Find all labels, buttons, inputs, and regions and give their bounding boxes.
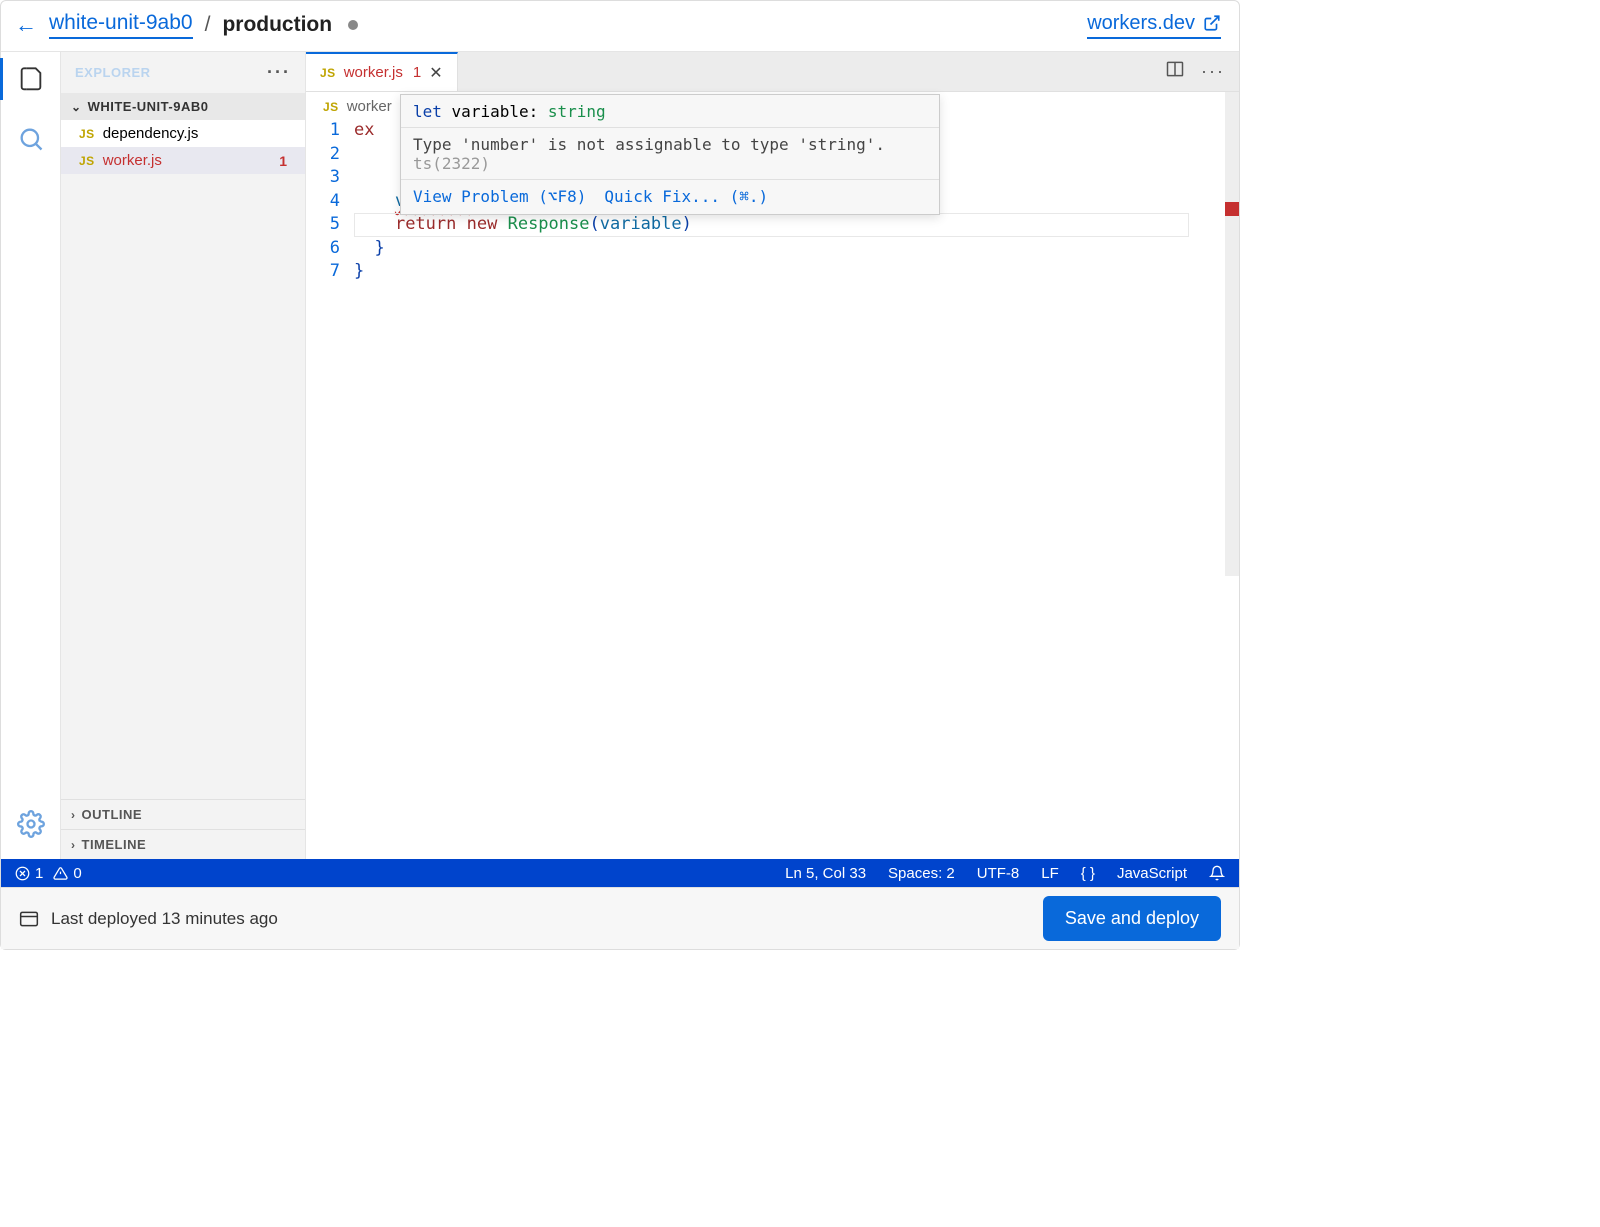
status-language[interactable]: JavaScript	[1117, 865, 1187, 882]
status-encoding[interactable]: UTF-8	[977, 865, 1020, 882]
project-link[interactable]: white-unit-9ab0	[49, 11, 193, 39]
js-file-icon: JS	[79, 127, 95, 141]
code-text: variable	[600, 214, 682, 234]
code-text: ex	[354, 120, 374, 140]
ts-error-code: ts(2322)	[413, 154, 490, 173]
warning-icon	[53, 866, 68, 881]
outline-label: OUTLINE	[82, 807, 143, 822]
line-gutter: 1 2 3 4 5 6 7	[306, 119, 354, 859]
breadcrumb: ← white-unit-9ab0 / production	[15, 11, 358, 39]
editor-tab[interactable]: JS worker.js 1 ✕	[306, 52, 458, 91]
folder-toggle[interactable]: ⌄ WHITE-UNIT-9AB0	[61, 93, 305, 120]
warning-count: 0	[73, 865, 81, 882]
status-errors[interactable]: 1	[15, 865, 43, 882]
explorer-title: EXPLORER	[75, 65, 151, 80]
tab-filename: worker.js	[344, 64, 403, 81]
chevron-right-icon: ›	[71, 808, 76, 822]
last-deployed-text: Last deployed 13 minutes ago	[51, 909, 278, 929]
hover-colon: :	[529, 102, 539, 121]
hover-type: string	[548, 102, 606, 121]
split-editor-icon[interactable]	[1165, 59, 1185, 84]
minimap-error-marker[interactable]	[1225, 202, 1239, 216]
line-number: 2	[306, 143, 340, 167]
file-row-dependency[interactable]: JS dependency.js	[61, 120, 305, 147]
line-number: 5	[306, 213, 340, 237]
chevron-down-icon: ⌄	[71, 100, 82, 114]
deploy-footer: Last deployed 13 minutes ago Save and de…	[1, 887, 1239, 949]
quick-fix-link[interactable]: Quick Fix... (⌘.)	[604, 187, 768, 206]
line-number: 3	[306, 166, 340, 190]
explorer-more-button[interactable]: ···	[267, 62, 291, 83]
error-hover-popup: let variable: string Type 'number' is no…	[400, 94, 940, 215]
js-file-icon: JS	[79, 154, 95, 168]
error-count-badge: 1	[279, 153, 293, 169]
view-problem-link[interactable]: View Problem (⌥F8)	[413, 187, 586, 206]
workers-link-label: workers.dev	[1087, 12, 1195, 35]
back-arrow-icon[interactable]: ←	[15, 12, 37, 38]
workers-dev-link[interactable]: workers.dev	[1087, 12, 1221, 39]
file-name: dependency.js	[103, 125, 199, 142]
external-link-icon	[1203, 14, 1221, 32]
code-text: return	[395, 214, 456, 234]
code-editor[interactable]: 1 2 3 4 5 6 7 ex variable = 900 return n…	[306, 119, 1239, 859]
error-icon	[15, 866, 30, 881]
line-number: 6	[306, 237, 340, 261]
status-eol[interactable]: LF	[1041, 865, 1059, 882]
search-activity-button[interactable]	[17, 125, 45, 158]
file-row-worker[interactable]: JS worker.js 1	[61, 147, 305, 174]
code-text: Response	[508, 214, 590, 234]
line-number: 1	[306, 119, 340, 143]
breadcrumb-file: worker	[347, 98, 392, 115]
outline-section-toggle[interactable]: › OUTLINE	[61, 799, 305, 829]
timeline-label: TIMELINE	[82, 837, 147, 852]
editor-scrollbar[interactable]	[1225, 92, 1239, 576]
settings-activity-button[interactable]	[17, 810, 45, 843]
chevron-right-icon: ›	[71, 838, 76, 852]
activity-bar	[1, 52, 61, 859]
explorer-sidebar: EXPLORER ··· ⌄ WHITE-UNIT-9AB0 JS depend…	[61, 52, 306, 859]
status-bell-icon[interactable]	[1209, 865, 1225, 881]
browser-icon	[19, 909, 39, 929]
dirty-indicator-icon	[348, 20, 358, 30]
js-file-icon: JS	[320, 66, 336, 80]
explorer-activity-button[interactable]	[17, 66, 45, 99]
file-name: worker.js	[103, 152, 162, 169]
save-deploy-button[interactable]: Save and deploy	[1043, 896, 1221, 941]
hover-message: Type 'number' is not assignable to type …	[401, 128, 939, 180]
status-warnings[interactable]: 0	[53, 865, 81, 882]
breadcrumb-separator: /	[205, 13, 211, 37]
timeline-section-toggle[interactable]: › TIMELINE	[61, 829, 305, 859]
line-number: 7	[306, 260, 340, 284]
environment-label: production	[222, 13, 332, 37]
status-language-icon: { }	[1081, 865, 1095, 882]
tab-error-count: 1	[411, 64, 421, 81]
tab-close-icon[interactable]: ✕	[429, 63, 442, 83]
js-file-icon: JS	[323, 100, 339, 114]
hover-message-text: Type 'number' is not assignable to type …	[413, 135, 885, 154]
code-content[interactable]: ex variable = 900 return new Response(va…	[354, 119, 1239, 859]
status-cursor[interactable]: Ln 5, Col 33	[785, 865, 866, 882]
line-number: 4	[306, 190, 340, 214]
folder-name: WHITE-UNIT-9AB0	[88, 99, 209, 114]
code-text: new	[467, 214, 498, 234]
editor-more-button[interactable]: ···	[1201, 61, 1225, 82]
error-count: 1	[35, 865, 43, 882]
hover-signature: let variable: string	[401, 95, 939, 128]
status-indent[interactable]: Spaces: 2	[888, 865, 955, 882]
hover-kw: let	[413, 102, 442, 121]
status-bar: 1 0 Ln 5, Col 33 Spaces: 2 UTF-8 LF { } …	[1, 859, 1239, 887]
hover-var: variable	[452, 102, 529, 121]
